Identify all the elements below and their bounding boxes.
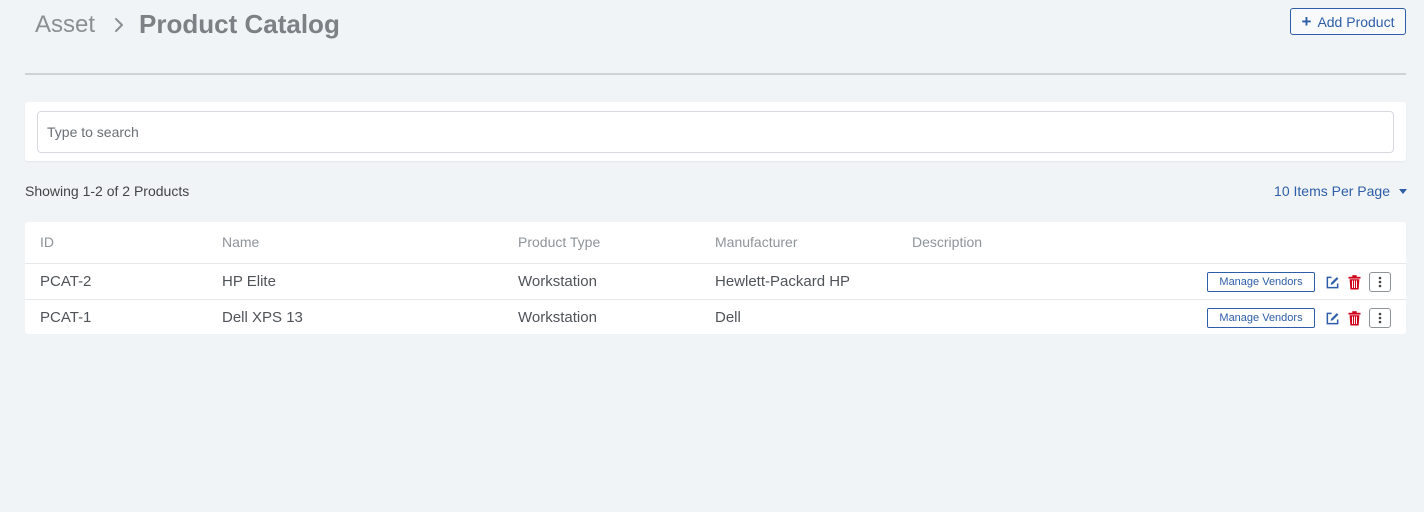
cell-manufacturer: Dell xyxy=(715,309,741,326)
breadcrumb: Asset Product Catalog xyxy=(35,9,340,40)
manage-vendors-button[interactable]: Manage Vendors xyxy=(1207,272,1315,292)
row-actions: Manage Vendors xyxy=(1207,272,1391,292)
trash-icon[interactable] xyxy=(1346,274,1362,290)
plus-icon: + xyxy=(1301,12,1312,31)
row-actions: Manage Vendors xyxy=(1207,308,1391,328)
cell-product-type: Workstation xyxy=(518,273,597,290)
table-row: PCAT-2 HP Elite Workstation Hewlett-Pack… xyxy=(25,264,1406,300)
column-header-name[interactable]: Name xyxy=(222,234,259,250)
table-header: ID Name Product Type Manufacturer Descri… xyxy=(25,222,1406,264)
product-table: ID Name Product Type Manufacturer Descri… xyxy=(25,222,1406,334)
cell-product-type: Workstation xyxy=(518,309,597,326)
chevron-right-icon xyxy=(115,17,124,32)
page-title: Product Catalog xyxy=(139,9,340,39)
page-header: Asset Product Catalog + Add Product xyxy=(25,0,1406,75)
more-vertical-icon[interactable] xyxy=(1369,272,1391,292)
column-header-id[interactable]: ID xyxy=(40,234,54,250)
cell-manufacturer: Hewlett-Packard HP xyxy=(715,273,851,290)
cell-name[interactable]: HP Elite xyxy=(222,273,276,290)
cell-name[interactable]: Dell XPS 13 xyxy=(222,309,303,326)
add-product-button[interactable]: + Add Product xyxy=(1290,8,1406,35)
edit-icon[interactable] xyxy=(1324,310,1340,326)
items-per-page-dropdown[interactable]: 10 Items Per Page xyxy=(1274,183,1407,199)
caret-down-icon xyxy=(1399,188,1407,194)
items-per-page-label: 10 Items Per Page xyxy=(1274,183,1390,199)
table-row: PCAT-1 Dell XPS 13 Workstation Dell Mana… xyxy=(25,300,1406,335)
results-count: Showing 1-2 of 2 Products xyxy=(25,183,190,199)
column-header-description[interactable]: Description xyxy=(912,234,982,250)
column-header-manufacturer[interactable]: Manufacturer xyxy=(715,234,797,250)
breadcrumb-asset[interactable]: Asset xyxy=(35,11,95,39)
column-header-product-type[interactable]: Product Type xyxy=(518,234,600,250)
add-product-label: Add Product xyxy=(1317,13,1395,30)
cell-id: PCAT-1 xyxy=(40,309,92,326)
trash-icon[interactable] xyxy=(1346,310,1362,326)
search-input[interactable] xyxy=(37,111,1394,153)
manage-vendors-button[interactable]: Manage Vendors xyxy=(1207,308,1315,328)
edit-icon[interactable] xyxy=(1324,274,1340,290)
cell-id: PCAT-2 xyxy=(40,273,92,290)
more-vertical-icon[interactable] xyxy=(1369,308,1391,328)
search-card xyxy=(25,102,1406,161)
